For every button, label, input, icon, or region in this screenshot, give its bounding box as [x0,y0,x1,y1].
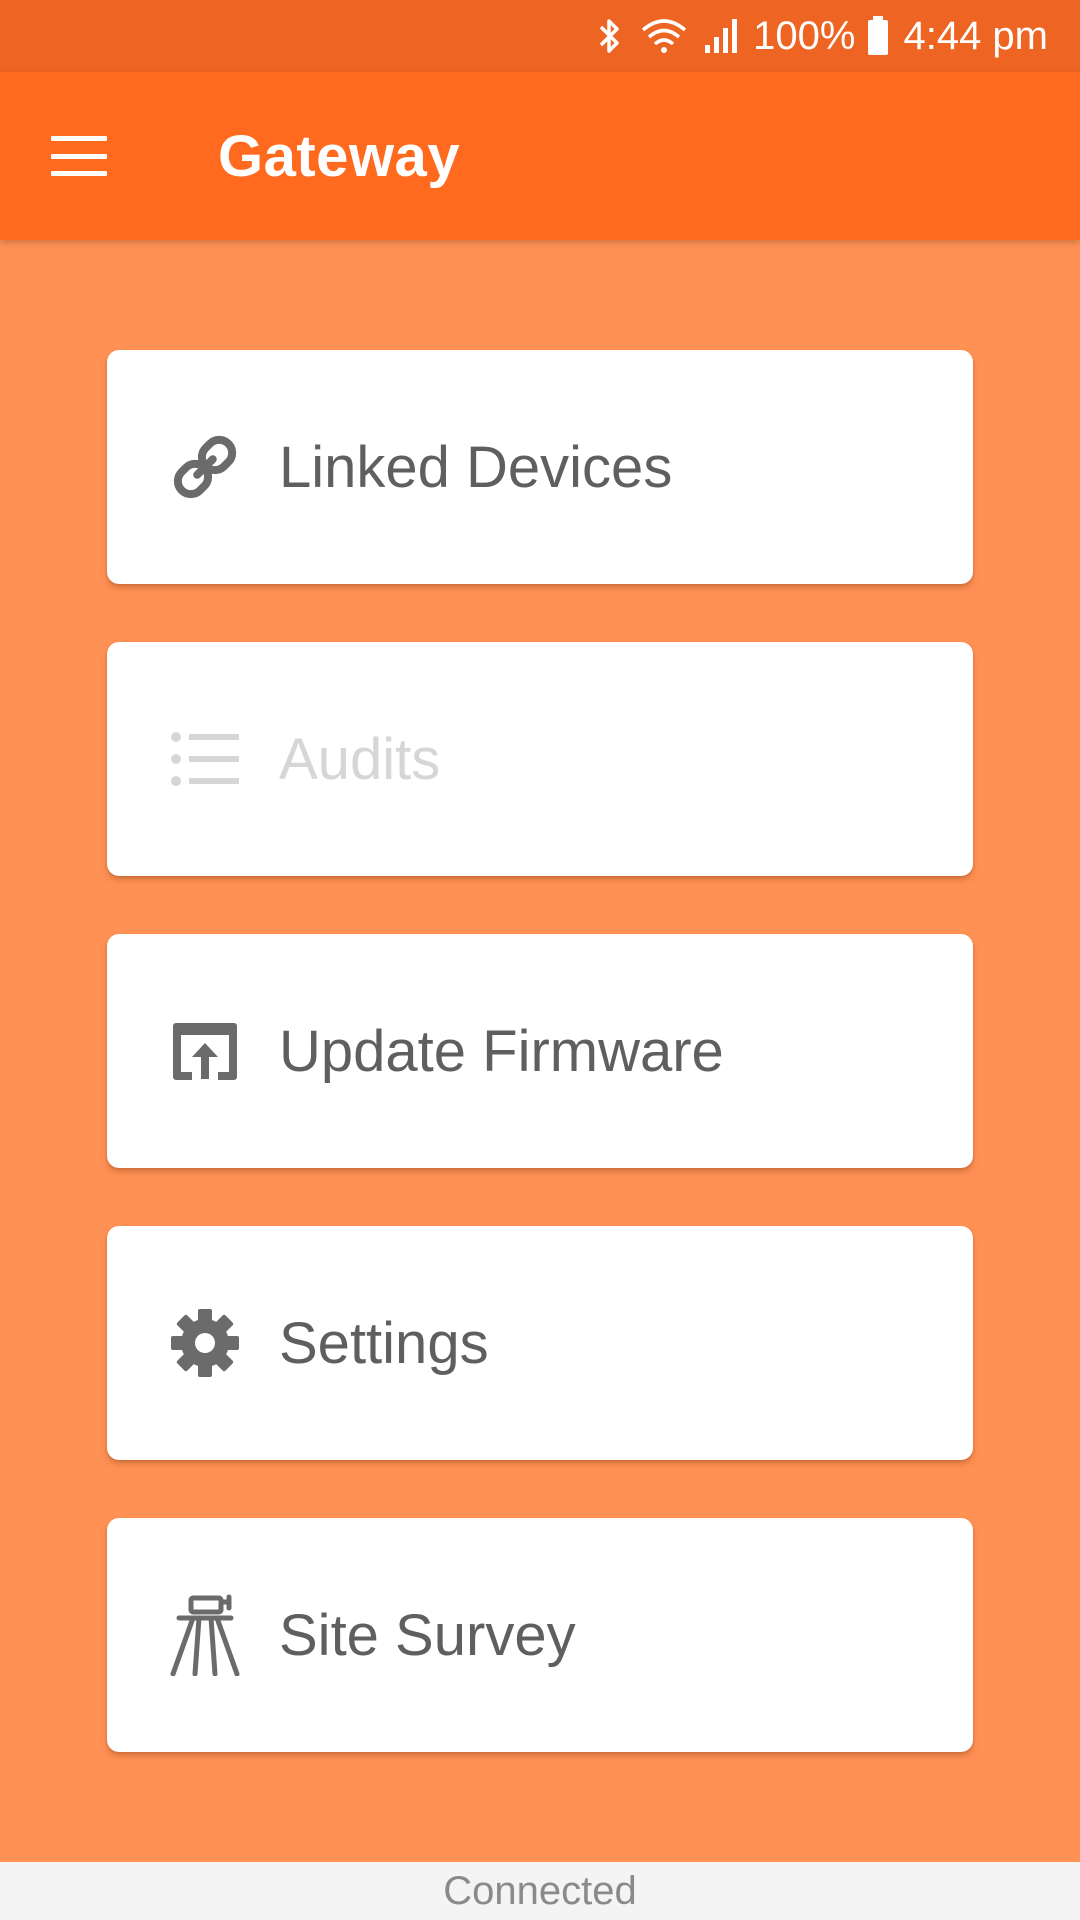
menu-item-label: Audits [279,726,441,792]
battery-icon [867,16,889,56]
status-time: 4:44 pm [903,13,1048,58]
app-bar: Gateway [0,72,1080,240]
menu-item-label: Linked Devices [279,434,673,500]
list-icon [165,719,245,799]
menu-item-label: Site Survey [279,1602,576,1668]
hamburger-menu-button[interactable] [0,72,168,240]
connection-status-text: Connected [443,1868,637,1913]
status-icons [595,15,739,57]
gear-icon [165,1303,245,1383]
wifi-icon [639,16,689,56]
menu-item-audits[interactable]: Audits [107,642,973,876]
menu-item-site-survey[interactable]: Site Survey [107,1518,973,1752]
signal-icon [703,17,739,55]
status-bar: 100% 4:44 pm [0,0,1080,72]
menu-item-label: Update Firmware [279,1018,724,1084]
menu-item-update-firmware[interactable]: Update Firmware [107,934,973,1168]
upload-icon [165,1011,245,1091]
bluetooth-icon [595,15,625,57]
menu-item-linked-devices[interactable]: Linked Devices [107,350,973,584]
page-title: Gateway [218,123,461,189]
hamburger-menu-icon [51,136,107,176]
battery-percent: 100% [753,13,856,58]
menu-item-label: Settings [279,1310,489,1376]
link-icon [165,427,245,507]
menu-item-settings[interactable]: Settings [107,1226,973,1460]
surveyor-tripod-icon [165,1594,245,1676]
main-menu: Linked Devices Audits Update Firmware Se… [0,240,1080,1862]
connection-status-bar: Connected [0,1862,1080,1920]
